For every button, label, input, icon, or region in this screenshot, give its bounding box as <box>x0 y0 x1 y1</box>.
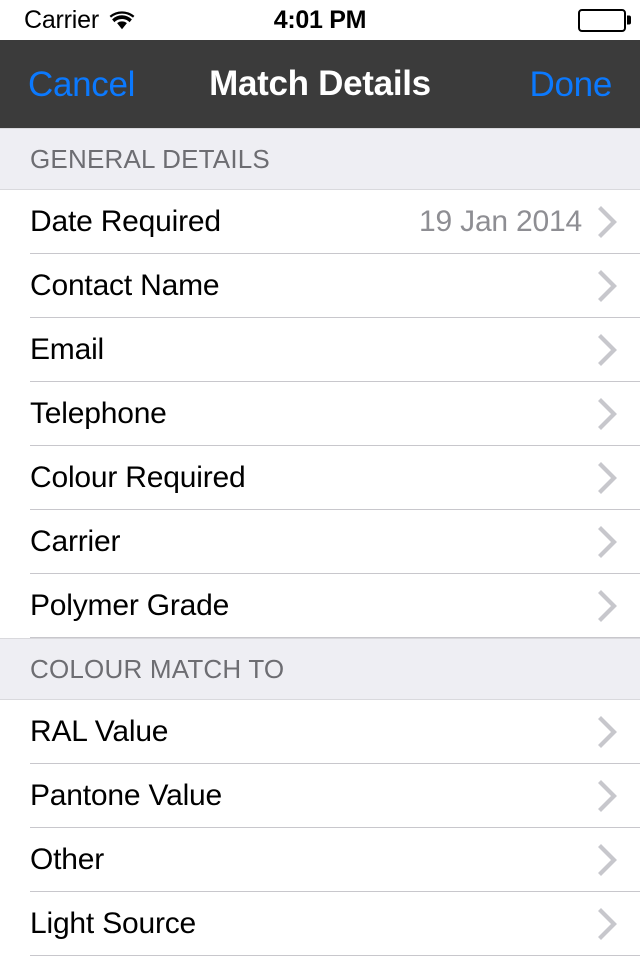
chevron-right-icon <box>598 334 618 366</box>
chevron-right-icon <box>598 716 618 748</box>
chevron-right-icon <box>598 206 618 238</box>
row-label: RAL Value <box>30 717 169 747</box>
chevron-right-icon <box>598 462 618 494</box>
chevron-right-icon <box>598 270 618 302</box>
table-row[interactable]: Email <box>0 318 640 382</box>
table-row[interactable]: Colour Required <box>0 446 640 510</box>
table-row[interactable]: Polymer Grade <box>0 574 640 638</box>
row-label: Carrier <box>30 527 121 557</box>
section-header: GENERAL DETAILS <box>0 128 640 190</box>
row-label: Other <box>30 845 105 875</box>
status-bar: Carrier 4:01 PM <box>0 0 640 40</box>
chevron-right-icon <box>598 780 618 812</box>
section-header: COLOUR MATCH TO <box>0 638 640 700</box>
table-row[interactable]: Telephone <box>0 382 640 446</box>
wifi-icon <box>109 10 135 30</box>
clock-label: 4:01 PM <box>273 5 367 34</box>
row-label: Telephone <box>30 399 167 429</box>
table-row[interactable]: Pantone Value <box>0 764 640 828</box>
battery-full-icon <box>578 8 626 32</box>
done-button[interactable]: Done <box>530 67 613 102</box>
table-row[interactable]: Date Required 19 Jan 2014 <box>0 190 640 254</box>
carrier-label: Carrier <box>24 5 99 34</box>
table-row[interactable]: Other <box>0 828 640 892</box>
row-label: Contact Name <box>30 271 220 301</box>
row-label: Colour Required <box>30 463 246 493</box>
chevron-right-icon <box>598 908 618 940</box>
chevron-right-icon <box>598 526 618 558</box>
row-label: Date Required <box>30 207 221 237</box>
section-header-label: GENERAL DETAILS <box>30 143 270 174</box>
chevron-right-icon <box>598 590 618 622</box>
table-row[interactable]: RAL Value <box>0 700 640 764</box>
table-row[interactable]: Carrier <box>0 510 640 574</box>
status-bar-left: Carrier <box>24 5 135 34</box>
row-label: Polymer Grade <box>30 591 230 621</box>
table-row[interactable]: Contact Name <box>0 254 640 318</box>
settings-table: GENERAL DETAILS Date Required 19 Jan 2014 C… <box>0 128 640 956</box>
chevron-right-icon <box>598 398 618 430</box>
table-row[interactable]: Light Source <box>0 892 640 956</box>
row-label: Email <box>30 335 105 365</box>
navigation-bar: Cancel Match Details Done <box>0 40 640 128</box>
row-label: Light Source <box>30 909 197 939</box>
row-label: Pantone Value <box>30 781 223 811</box>
section-header-label: COLOUR MATCH TO <box>30 653 285 684</box>
chevron-right-icon <box>598 844 618 876</box>
status-bar-right <box>578 8 626 32</box>
cancel-button[interactable]: Cancel <box>28 67 135 102</box>
app-screen: Carrier 4:01 PM Cancel Match Details Don… <box>0 0 640 960</box>
row-value: 19 Jan 2014 <box>419 205 582 238</box>
